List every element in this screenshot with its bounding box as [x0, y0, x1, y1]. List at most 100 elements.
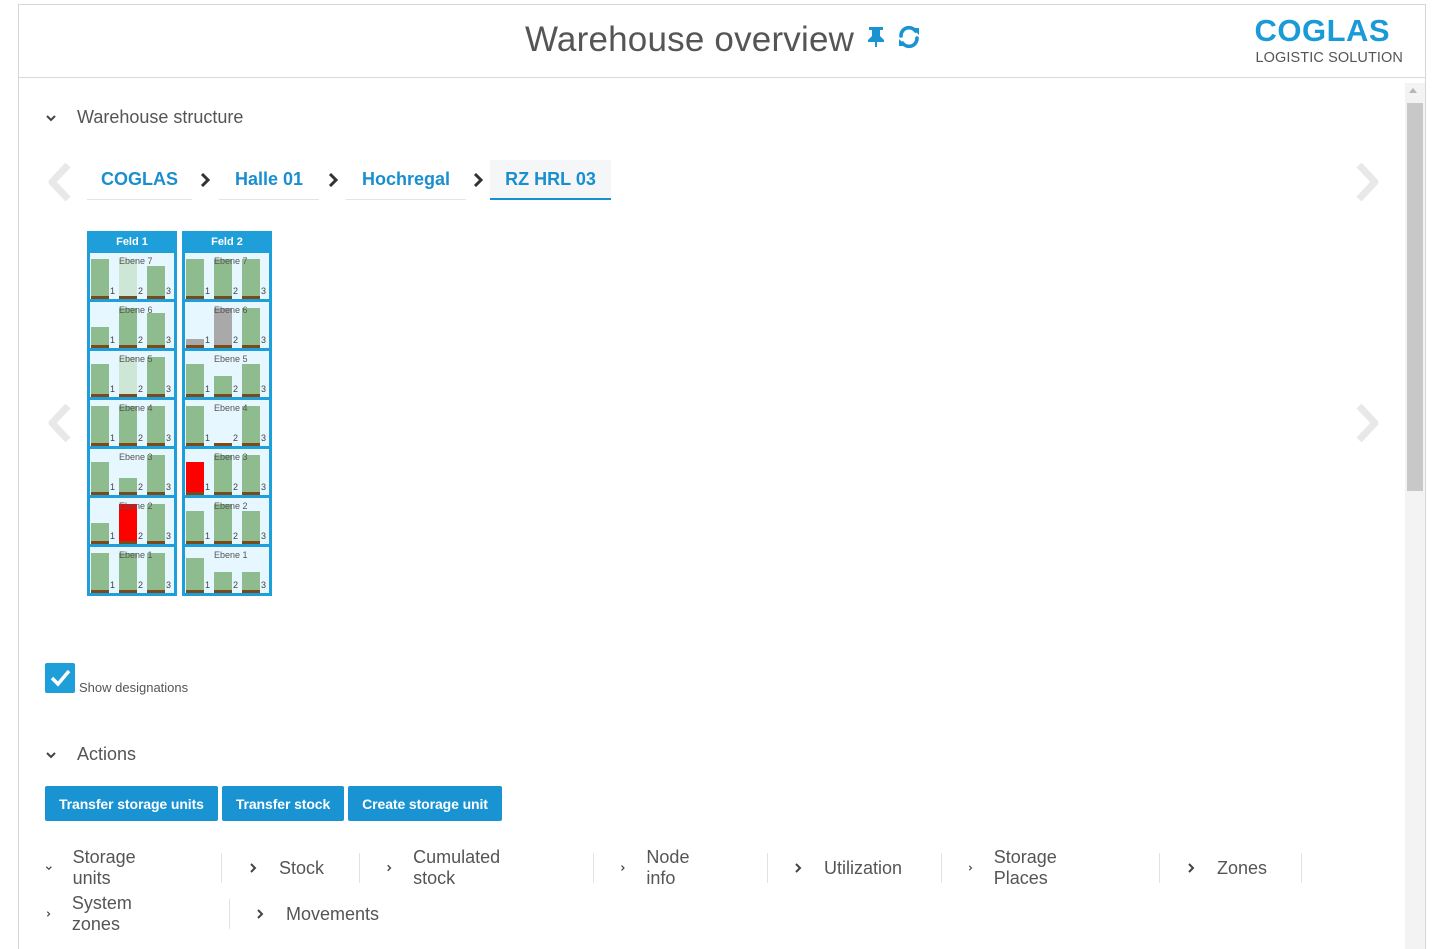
scroll-thumb[interactable] [1407, 103, 1423, 491]
breadcrumb-coglas[interactable]: COGLAS [87, 160, 192, 200]
slot-number: 3 [165, 286, 171, 296]
rack-level[interactable]: 1 2 3 Ebene 3 [90, 449, 174, 495]
tab-label: Storage Places [993, 847, 1057, 888]
rack-field[interactable]: Feld 1 1 2 3 Ebene 7 1 2 3 Ebene 6 1 2 3 Ebene 5 1 2 3 E… [87, 231, 177, 596]
actions-toggle[interactable]: Actions [45, 744, 136, 765]
slot-base [186, 443, 204, 446]
slot-fill [242, 364, 260, 394]
rack-field[interactable]: Feld 2 1 2 3 Ebene 7 1 2 3 Ebene 6 1 2 3 Ebene 5 1 2 3 E… [182, 231, 272, 596]
slot-number: 3 [165, 531, 171, 541]
tab-movements[interactable]: Movements [254, 899, 379, 929]
transfer-stock-button[interactable]: Transfer stock [221, 786, 345, 821]
rack-level[interactable]: 1 2 3 Ebene 5 [90, 351, 174, 397]
rack-level[interactable]: 1 2 3 Ebene 7 [185, 253, 269, 299]
rack-level[interactable]: 1 2 3 Ebene 7 [90, 253, 174, 299]
tab-label: Cumulated stock [413, 847, 501, 888]
tab-storage-units[interactable]: Storage units [45, 847, 140, 888]
tab-divider [593, 853, 594, 883]
nav-next-icon[interactable] [1353, 162, 1381, 207]
slot-base [147, 345, 165, 348]
slot-base [119, 394, 137, 397]
slot-fill [242, 572, 260, 590]
slot-number: 1 [204, 531, 210, 541]
slot-base [242, 590, 260, 593]
slot-base [119, 590, 137, 593]
slot-base [186, 541, 204, 544]
slot-base [242, 296, 260, 299]
rack-level[interactable]: 1 2 3 Ebene 6 [90, 302, 174, 348]
scroll-up-icon[interactable] [1409, 88, 1417, 93]
storage-slot[interactable]: 1 [91, 498, 115, 544]
actions-buttons: Transfer storage units Transfer stock Cr… [45, 786, 502, 821]
storage-slot[interactable]: 1 [186, 351, 210, 397]
show-designations-checkbox[interactable]: Show designations [45, 663, 188, 695]
storage-slot[interactable]: 1 [91, 547, 115, 593]
checkbox-checked[interactable] [45, 663, 75, 693]
slot-fill [91, 327, 109, 345]
breadcrumb-halle[interactable]: Halle 01 [219, 160, 319, 200]
chevron-right-icon [1188, 863, 1195, 873]
tab-stock[interactable]: Stock [247, 853, 324, 883]
slot-number: 2 [137, 286, 143, 296]
nav-prev-icon[interactable] [46, 162, 74, 207]
rack-level[interactable]: 1 2 3 Ebene 6 [185, 302, 269, 348]
tab-zones[interactable]: Zones [1185, 853, 1267, 883]
vertical-scrollbar[interactable] [1405, 83, 1425, 949]
slot-number: 3 [260, 482, 266, 492]
breadcrumb-rz-hrl[interactable]: RZ HRL 03 [490, 160, 611, 200]
storage-slot[interactable]: 1 [91, 400, 115, 446]
section-label: Actions [77, 744, 137, 764]
slot-number: 2 [232, 335, 238, 345]
slot-number: 1 [204, 580, 210, 590]
tab-storage-places[interactable]: Storage Places [967, 847, 1062, 888]
rack-level[interactable]: 1 2 3 Ebene 2 [185, 498, 269, 544]
storage-slot[interactable]: 1 [91, 302, 115, 348]
slot-fill [186, 406, 204, 443]
slot-base [91, 345, 109, 348]
storage-slot[interactable]: 1 [91, 351, 115, 397]
tab-system-zones[interactable]: System zones [45, 893, 137, 934]
slot-fill [147, 266, 165, 296]
slot-base [119, 541, 137, 544]
slot-fill [91, 553, 109, 590]
rack-prev-icon[interactable] [46, 403, 74, 448]
transfer-storage-units-button[interactable]: Transfer storage units [45, 786, 218, 821]
breadcrumb-hochregal[interactable]: Hochregal [346, 160, 466, 200]
storage-slot[interactable]: 1 [91, 253, 115, 299]
rack-level[interactable]: 1 2 3 Ebene 1 [90, 547, 174, 593]
tab-divider [1159, 853, 1160, 883]
rack-level[interactable]: 1 2 3 Ebene 3 [185, 449, 269, 495]
slot-number: 2 [137, 433, 143, 443]
slot-fill [91, 523, 109, 541]
tab-utilization[interactable]: Utilization [792, 853, 902, 883]
storage-slot[interactable]: 1 [186, 400, 210, 446]
rack-level[interactable]: 1 2 3 Ebene 1 [185, 547, 269, 593]
storage-slot[interactable]: 1 [186, 302, 210, 348]
slot-fill [147, 313, 165, 345]
rack-level[interactable]: 1 2 3 Ebene 4 [90, 400, 174, 446]
level-label: Ebene 7 [119, 256, 153, 266]
storage-slot[interactable]: 1 [91, 449, 115, 495]
slot-base [147, 296, 165, 299]
tab-cumulated-stock[interactable]: Cumulated stock [385, 847, 504, 888]
slot-base [214, 296, 232, 299]
storage-slot[interactable]: 1 [186, 547, 210, 593]
refresh-icon[interactable] [897, 25, 921, 54]
rack-level[interactable]: 1 2 3 Ebene 4 [185, 400, 269, 446]
storage-slot[interactable]: 1 [186, 449, 210, 495]
create-storage-unit-button[interactable]: Create storage unit [348, 786, 502, 821]
slot-number: 3 [165, 384, 171, 394]
pin-icon[interactable] [867, 25, 885, 52]
rack-next-icon[interactable] [1353, 403, 1381, 448]
rack-level[interactable]: 1 2 3 Ebene 2 [90, 498, 174, 544]
storage-slot[interactable]: 1 [186, 498, 210, 544]
slot-fill [91, 259, 109, 296]
rack-level[interactable]: 1 2 3 Ebene 5 [185, 351, 269, 397]
storage-slot[interactable]: 1 [186, 253, 210, 299]
level-label: Ebene 6 [214, 305, 248, 315]
warehouse-structure-toggle[interactable]: Warehouse structure [45, 107, 243, 128]
tab-label: Utilization [824, 857, 903, 878]
slot-number: 1 [204, 384, 210, 394]
tab-node-info[interactable]: Node info [619, 847, 694, 888]
tab-label: Storage units [72, 847, 136, 888]
